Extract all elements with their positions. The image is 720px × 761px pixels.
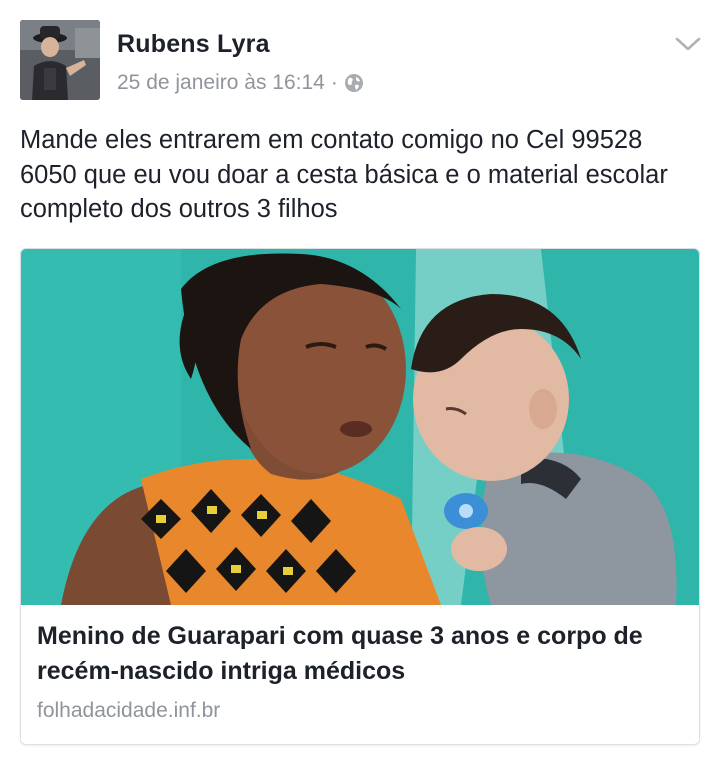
- link-preview-image[interactable]: [21, 249, 700, 605]
- link-preview-title[interactable]: Menino de Guarapari com quase 3 anos e c…: [37, 619, 687, 689]
- meta-separator: ·: [330, 71, 338, 94]
- link-preview-domain: folhadacidade.inf.br: [37, 699, 221, 722]
- link-preview-body[interactable]: Menino de Guarapari com quase 3 anos e c…: [21, 605, 699, 744]
- post-meta: 25 de janeiro às 16:14 ·: [117, 71, 364, 95]
- facebook-post: Rubens Lyra 25 de janeiro às 16:14 · Man…: [0, 0, 720, 761]
- chevron-down-icon[interactable]: [674, 32, 702, 56]
- post-timestamp[interactable]: 25 de janeiro às 16:14: [117, 71, 325, 95]
- author-name[interactable]: Rubens Lyra: [117, 30, 270, 59]
- link-preview-card[interactable]: Menino de Guarapari com quase 3 anos e c…: [20, 248, 700, 745]
- globe-icon[interactable]: [344, 73, 364, 93]
- author-avatar[interactable]: [20, 20, 100, 100]
- post-message: Mande eles entrarem em contato comigo no…: [20, 126, 668, 223]
